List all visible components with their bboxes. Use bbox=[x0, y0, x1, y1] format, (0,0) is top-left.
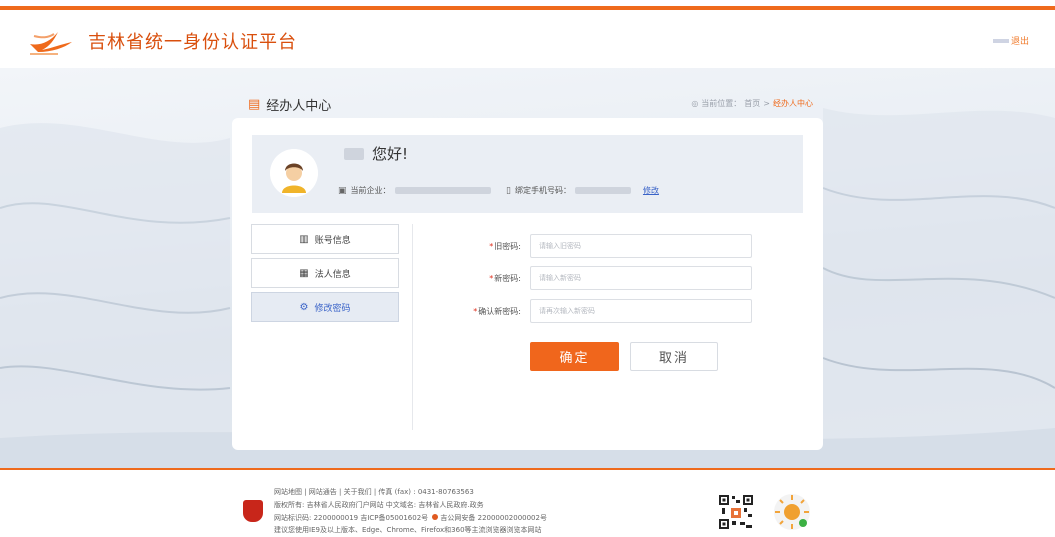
old-password-input[interactable] bbox=[530, 234, 752, 258]
confirm-password-label: *确认新密码: bbox=[473, 307, 521, 316]
avatar bbox=[270, 149, 318, 197]
phone-label: 绑定手机号码： bbox=[514, 186, 571, 195]
modify-phone-link[interactable]: 修改 bbox=[643, 185, 659, 196]
company-name-masked bbox=[394, 187, 491, 194]
user-avatar-icon bbox=[270, 149, 318, 197]
building-icon: ▥ bbox=[299, 233, 309, 245]
footer-registration: 网站标识码: 2200000019 吉ICP备05001602号 吉公网安备 2… bbox=[274, 513, 547, 522]
site-title: 吉林省统一身份认证平台 bbox=[88, 32, 297, 53]
footer-text: 网站地图 | 网站通告 | 关于我们 | 传真 (fax) : 0431-807… bbox=[274, 486, 547, 537]
building-icon: ▤ bbox=[248, 97, 261, 112]
company-label: 当前企业： bbox=[350, 186, 391, 195]
page-title: ▤ 经办人中心 bbox=[248, 95, 331, 114]
logo-icon bbox=[30, 32, 72, 55]
footer-browser-note: 建议您使用IE9及以上版本、Edge、Chrome、Firefox和360等主流… bbox=[274, 526, 542, 535]
police-badge-icon bbox=[432, 513, 439, 520]
menu-item-change-password[interactable]: ⚙ 修改密码 bbox=[251, 292, 399, 322]
page-title-text: 经办人中心 bbox=[266, 99, 332, 114]
phone-info: ▯ 绑定手机号码： 修改 bbox=[506, 185, 659, 196]
breadcrumb-label: 当前位置： bbox=[701, 99, 742, 108]
menu-item-legal-person-info[interactable]: ▦ 法人信息 bbox=[251, 258, 399, 288]
old-password-row: *旧密码: bbox=[430, 234, 753, 258]
phone-number-masked bbox=[574, 187, 631, 194]
phone-icon: ▯ bbox=[506, 185, 511, 196]
menu-item-account-info[interactable]: ▥ 账号信息 bbox=[251, 224, 399, 254]
qr-code-icon bbox=[718, 494, 754, 530]
greeting-text: 您好! bbox=[372, 145, 409, 163]
confirm-password-input[interactable] bbox=[530, 299, 752, 323]
header: 吉林省统一身份认证平台 退出 bbox=[0, 10, 1055, 68]
location-pin-icon: ◎ bbox=[691, 99, 699, 108]
breadcrumb-bar: ▤ 经办人中心 ◎ 当前位置： 首页 > 经办人中心 bbox=[232, 92, 823, 118]
logout-link[interactable]: 退出 bbox=[992, 34, 1029, 47]
gov-emblem-icon bbox=[243, 500, 263, 522]
menu-item-label: 账号信息 bbox=[314, 235, 351, 246]
vertical-divider bbox=[412, 224, 413, 430]
breadcrumb-home-link[interactable]: 首页 bbox=[744, 98, 760, 109]
username-masked bbox=[992, 38, 1009, 43]
id-card-icon: ▦ bbox=[299, 267, 309, 279]
username-masked bbox=[344, 147, 364, 160]
new-password-label: *新密码: bbox=[489, 274, 521, 283]
confirm-button[interactable]: 确定 bbox=[530, 342, 619, 371]
logout-label[interactable]: 退出 bbox=[1011, 34, 1029, 47]
breadcrumb-separator: > bbox=[763, 99, 770, 108]
footer: 网站地图 | 网站通告 | 关于我们 | 传真 (fax) : 0431-807… bbox=[0, 468, 1055, 537]
old-password-label: *旧密码: bbox=[489, 242, 521, 251]
cancel-button[interactable]: 取消 bbox=[630, 342, 718, 371]
company-info: ▣ 当前企业： bbox=[338, 185, 491, 196]
side-menu: ▥ 账号信息 ▦ 法人信息 ⚙ 修改密码 bbox=[251, 224, 399, 326]
footer-copyright: 版权所有: 吉林省人民政府门户网站 中文域名: 吉林省人民政府.政务 bbox=[274, 500, 484, 509]
footer-links[interactable]: 网站地图 | 网站通告 | 关于我们 | 传真 (fax) : 0431-807… bbox=[274, 486, 547, 499]
breadcrumb-current: 经办人中心 bbox=[773, 99, 813, 108]
mini-program-code-icon bbox=[774, 494, 810, 530]
welcome-panel: 您好! ▣ 当前企业： ▯ 绑定手机号码： 修改 bbox=[252, 135, 803, 213]
new-password-row: *新密码: bbox=[430, 266, 753, 290]
menu-item-label: 修改密码 bbox=[314, 303, 351, 314]
breadcrumb: ◎ 当前位置： 首页 > 经办人中心 bbox=[691, 98, 813, 109]
company-icon: ▣ bbox=[338, 185, 347, 196]
menu-item-label: 法人信息 bbox=[314, 269, 351, 280]
greeting: 您好! bbox=[344, 143, 408, 164]
confirm-password-row: *确认新密码: bbox=[430, 299, 753, 323]
new-password-input[interactable] bbox=[530, 266, 752, 290]
gear-icon: ⚙ bbox=[299, 301, 309, 313]
